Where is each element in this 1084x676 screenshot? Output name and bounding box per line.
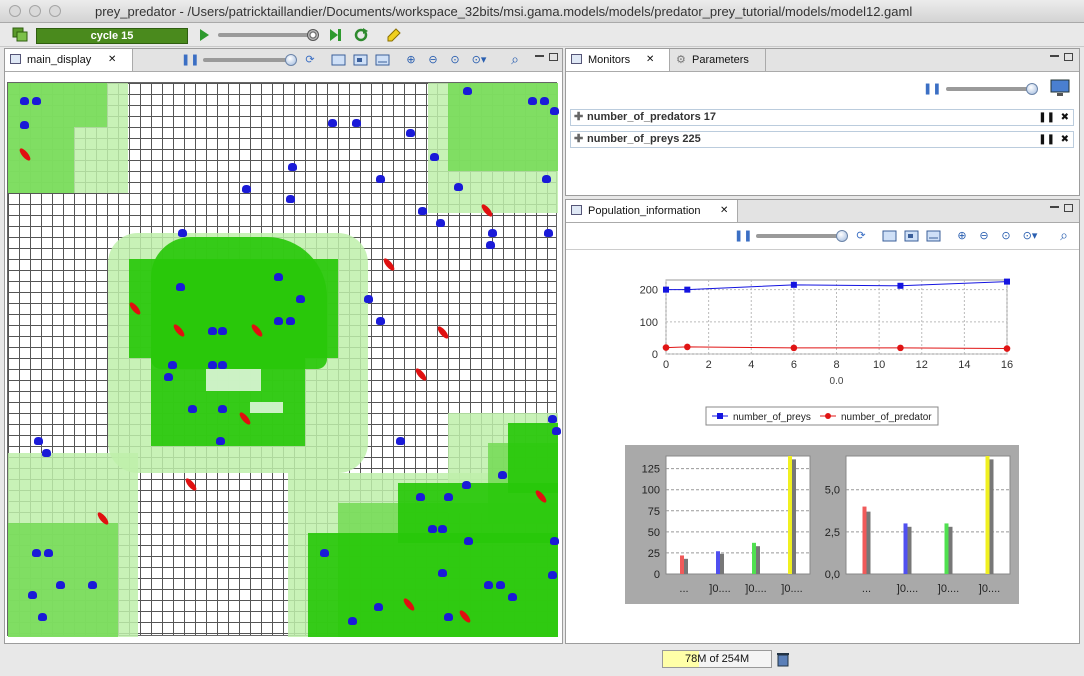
- histogram-bar: [684, 558, 688, 574]
- memory-indicator[interactable]: 78M of 254M: [662, 650, 772, 668]
- x-tick-label: 0: [663, 359, 669, 371]
- x-tick-label: 6: [791, 359, 797, 371]
- histogram-bar: [720, 553, 724, 574]
- charts-layer: 0 2 4 6 8 10 12 14 16 0 100 200 0.0 number_of_preys nu…: [625, 278, 1019, 604]
- y-tick-label: 5,0: [825, 485, 840, 497]
- x-tick-label: ]0....: [897, 583, 918, 595]
- y-tick-label: 100: [642, 485, 660, 497]
- histogram-bar: [680, 555, 684, 574]
- histogram-bar: [752, 542, 756, 574]
- data-point: [790, 281, 797, 288]
- histogram-bar: [866, 511, 871, 574]
- x-tick-label: 10: [873, 359, 885, 371]
- memory-text: 78M of 254M: [685, 653, 750, 665]
- x-tick-label: 12: [916, 359, 928, 371]
- legend-marker: [825, 413, 831, 419]
- histogram-bar: [792, 459, 796, 574]
- data-point: [1003, 345, 1011, 352]
- y-tick-label: 25: [648, 548, 660, 560]
- x-tick-label: 4: [748, 359, 754, 371]
- population-line-chart: 0 2 4 6 8 10 12 14 16 0 100 200 0.0 number_of_preys nu…: [640, 278, 1013, 426]
- legend-marker: [717, 413, 723, 419]
- histogram-bar: [948, 526, 953, 574]
- y-tick-label: 0: [654, 569, 660, 581]
- x-tick-label: ]0....: [979, 583, 1000, 595]
- data-point: [897, 282, 904, 289]
- data-point: [684, 286, 691, 293]
- histogram-bar: [862, 506, 867, 574]
- x-tick-label: 8: [833, 359, 839, 371]
- y-tick-label: 2,5: [825, 527, 840, 539]
- predator-energy-histogram: 0,0 2,5 5,0... ]0.... ]0.... ]0....: [825, 455, 1011, 595]
- histogram-bar: [985, 456, 990, 574]
- plot-area: [845, 455, 1011, 575]
- histogram-bar: [989, 459, 994, 574]
- legend-label: number_of_predator: [841, 412, 932, 423]
- x-tick-label: ]0....: [938, 583, 959, 595]
- x-tick-label: ]0....: [781, 583, 802, 595]
- x-tick-label: ...: [679, 583, 688, 595]
- legend-label: number_of_preys: [733, 412, 811, 423]
- y-tick-label: 200: [640, 285, 658, 297]
- status-bar: [0, 646, 1084, 676]
- data-point: [790, 344, 798, 352]
- y-tick-label: 0: [652, 349, 658, 361]
- x-tick-label: 14: [958, 359, 970, 371]
- y-tick-label: 75: [648, 506, 660, 518]
- x-tick-label: ...: [862, 583, 871, 595]
- histogram-bar: [788, 456, 792, 574]
- x-tick-label: ]0....: [709, 583, 730, 595]
- x-tick-label: ]0....: [745, 583, 766, 595]
- data-point: [897, 344, 904, 352]
- data-point: [662, 344, 670, 351]
- x-axis-label: 0.0: [830, 376, 844, 387]
- histogram-bar: [716, 551, 720, 574]
- histogram-bar: [907, 526, 912, 574]
- histogram-bar: [903, 523, 908, 574]
- histogram-bar: [756, 546, 760, 574]
- histogram-bar: [944, 523, 949, 574]
- data-point: [684, 343, 691, 351]
- y-tick-label: 50: [648, 527, 660, 539]
- trash-icon[interactable]: [776, 651, 790, 667]
- data-point: [663, 286, 669, 293]
- y-tick-label: 0,0: [825, 569, 840, 581]
- x-tick-label: 2: [706, 359, 712, 371]
- x-tick-label: 16: [1001, 359, 1013, 371]
- y-tick-label: 125: [642, 464, 660, 476]
- data-point: [1004, 278, 1010, 285]
- y-tick-label: 100: [640, 317, 658, 329]
